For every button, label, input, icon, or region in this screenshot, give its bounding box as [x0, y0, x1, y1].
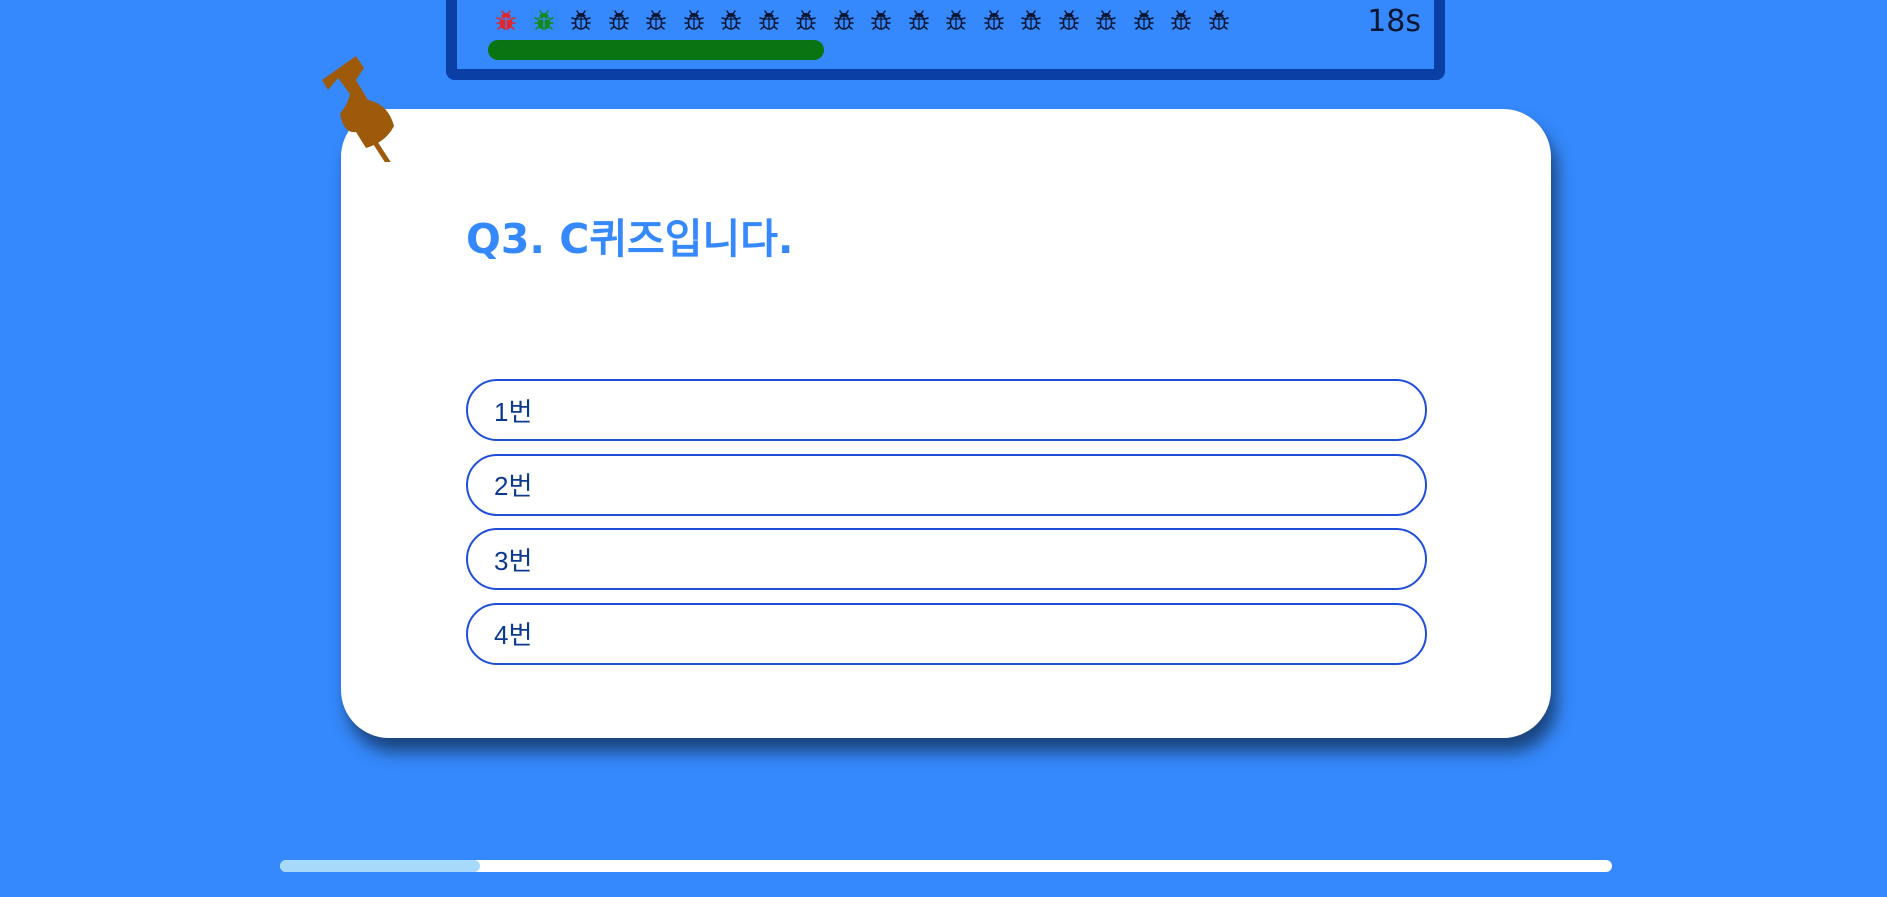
bug-icon [494, 8, 518, 32]
time-progress-fill [488, 40, 824, 60]
bug-icon [1207, 8, 1231, 32]
quiz-progress-fill [280, 860, 480, 872]
bug-icon [1019, 8, 1043, 32]
bug-icon [719, 8, 743, 32]
bug-icon [944, 8, 968, 32]
bug-icon [832, 8, 856, 32]
answer-option-label: 4번 [494, 620, 533, 650]
bug-icon [869, 8, 893, 32]
bug-icon [532, 8, 556, 32]
bug-icon [757, 8, 781, 32]
pushpin-icon [322, 56, 394, 162]
bug-icon [1169, 8, 1193, 32]
answer-option-1[interactable]: 1번 [466, 379, 1427, 441]
bug-icon [569, 8, 593, 32]
bug-row [494, 8, 1244, 32]
answer-option-label: 1번 [494, 396, 533, 427]
question-title: Q3. C퀴즈입니다. [466, 215, 794, 263]
time-progress-bar [488, 40, 1048, 60]
quiz-page: 18s Q3. C퀴즈입니다. 1번 2번 3번 4번 [0, 0, 1887, 897]
answer-options: 1번 2번 3번 4번 [466, 379, 1427, 677]
status-bar: 18s [446, 0, 1445, 80]
bug-icon [607, 8, 631, 32]
answer-option-2[interactable]: 2번 [466, 453, 1427, 516]
quiz-progress-bar [280, 860, 1612, 872]
answer-option-4[interactable]: 4번 [466, 602, 1427, 665]
bug-icon [794, 8, 818, 32]
bug-icon [1094, 8, 1118, 32]
answer-option-label: 2번 [494, 471, 533, 501]
bug-icon [982, 8, 1006, 32]
question-card: Q3. C퀴즈입니다. 1번 2번 3번 4번 [341, 109, 1551, 738]
bug-icon [907, 8, 931, 32]
bug-icon [644, 8, 668, 32]
answer-option-label: 3번 [494, 545, 533, 576]
bug-icon [1057, 8, 1081, 32]
timer-text: 18s [1367, 4, 1421, 39]
bug-icon [1132, 8, 1156, 32]
answer-option-3[interactable]: 3번 [466, 528, 1427, 590]
bug-icon [682, 8, 706, 32]
